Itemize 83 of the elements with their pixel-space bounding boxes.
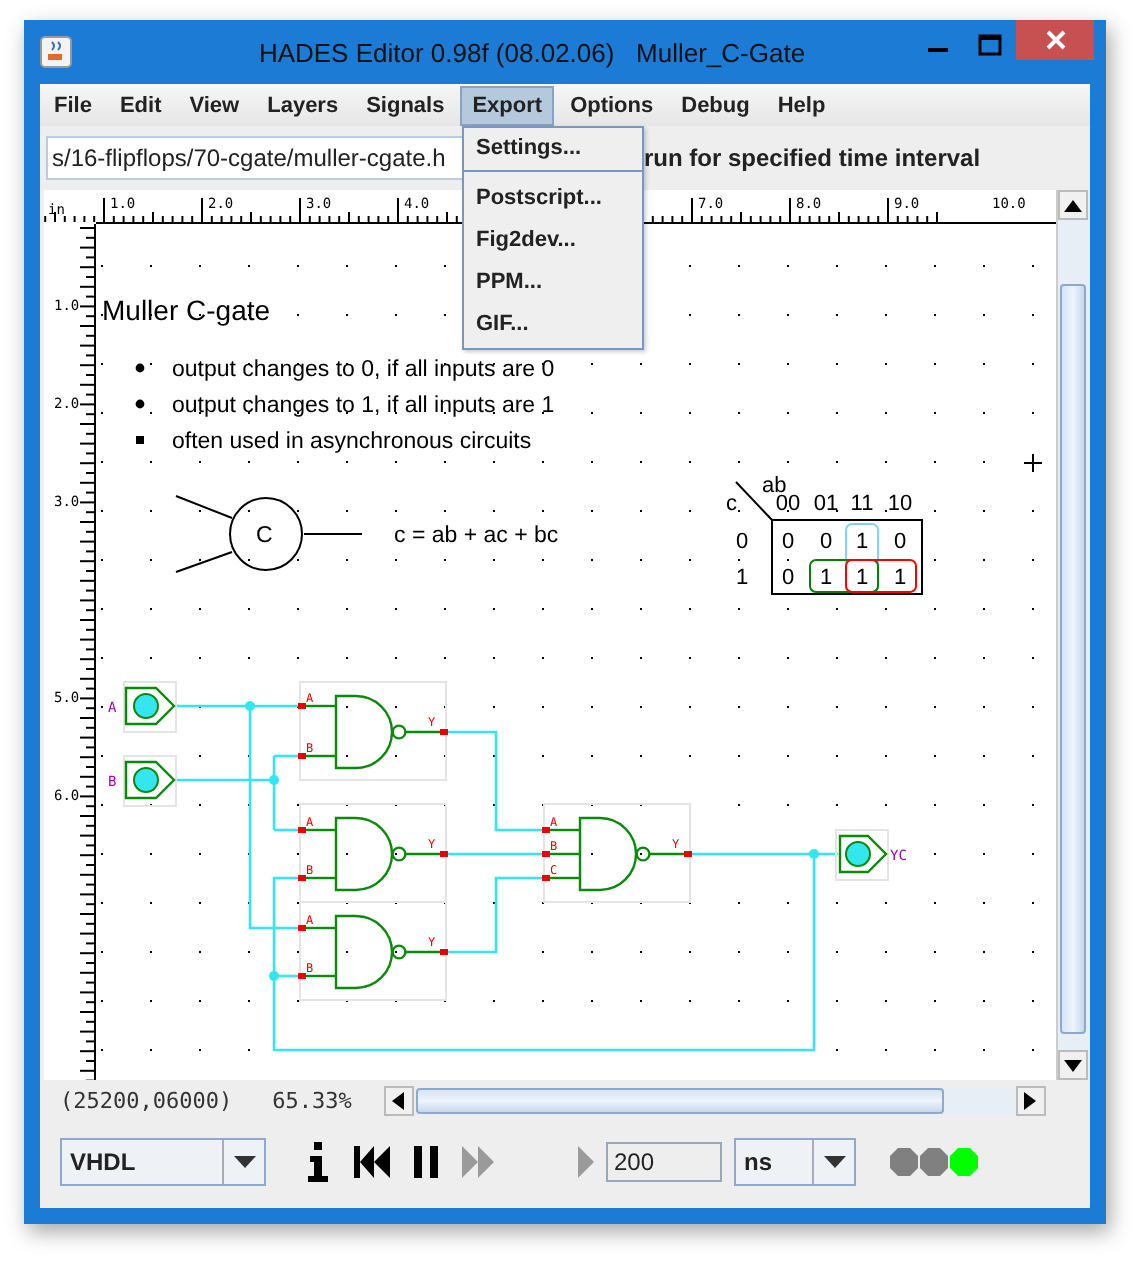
info-icon[interactable]: [306, 1142, 330, 1182]
kmap-cell: 1: [855, 530, 869, 554]
time-unit-dropdown[interactable]: ns: [734, 1138, 856, 1186]
menu-item[interactable]: PPM...: [464, 262, 642, 304]
kmap-cell: 0: [781, 566, 795, 590]
crosshair-icon: [1023, 453, 1043, 473]
pin-marker: [542, 851, 550, 857]
menu-item[interactable]: Export: [460, 85, 555, 125]
close-icon: [1043, 28, 1067, 52]
left-arrow-icon[interactable]: [392, 1091, 405, 1109]
pin-marker: [298, 827, 306, 833]
menu-item[interactable]: Help: [765, 85, 838, 125]
down-arrow-icon[interactable]: [1064, 1059, 1082, 1071]
kmap-column-label: 11: [850, 492, 874, 516]
nand-gate[interactable]: [304, 816, 440, 892]
pin-marker: [684, 851, 692, 857]
right-arrow-icon[interactable]: [1024, 1091, 1037, 1109]
coffee-cup-icon: [40, 36, 72, 68]
kmap-cell: 0: [893, 530, 907, 554]
scroll-thumb[interactable]: [415, 1087, 944, 1113]
output-lamp: [835, 829, 889, 881]
input-pin: [123, 755, 177, 807]
pin-marker: [542, 875, 550, 881]
pause-icon[interactable]: [414, 1146, 438, 1178]
bullet-icon: [136, 436, 144, 444]
bullet-text: often used in asynchronous circuits: [172, 430, 532, 454]
pin-marker: [298, 753, 306, 759]
menu-item[interactable]: Fig2dev...: [464, 220, 642, 262]
bullet-text: output changes to 0, if all inputs are 0: [172, 358, 555, 382]
vertical-scrollbar[interactable]: [1056, 190, 1088, 1080]
menu-item[interactable]: View: [177, 85, 252, 125]
nand-gate[interactable]: [548, 816, 684, 892]
equation: c = ab + ac + bc: [394, 524, 559, 548]
window-title: HADES Editor 0.98f (08.02.06) Muller_C-Gate: [256, 37, 808, 67]
kmap-cell: 1: [893, 566, 907, 590]
zoom-level: 65.33%: [272, 1087, 352, 1113]
nand-gate[interactable]: [304, 694, 440, 770]
bullet-icon: [135, 363, 145, 373]
kmap-header: c: [726, 492, 737, 516]
menu-item[interactable]: Layers: [255, 85, 351, 125]
bullet-text: output changes to 1, if all inputs are 1: [172, 394, 555, 418]
menu-item[interactable]: Postscript...: [464, 178, 642, 220]
kmap-cell: 0: [781, 530, 795, 554]
kmap-cell: 0: [819, 530, 833, 554]
time-input[interactable]: 200: [606, 1142, 722, 1182]
menu-item[interactable]: File: [42, 85, 104, 125]
caret-icon: [233, 1156, 255, 1168]
pin-marker: [542, 827, 550, 833]
menu-item[interactable]: Debug: [669, 85, 762, 125]
pin-marker: [298, 875, 306, 881]
kmap-row-label: 0: [735, 530, 749, 554]
kmap-row-label: 1: [735, 566, 749, 590]
language-dropdown[interactable]: VHDL: [60, 1138, 266, 1186]
horizontal-scrollbar[interactable]: [383, 1085, 1046, 1115]
input-pin: [123, 681, 177, 733]
bullet-icon: [135, 399, 145, 409]
menu-item[interactable]: Edit: [107, 85, 174, 125]
menu-item[interactable]: Signals: [354, 85, 457, 125]
menu-item[interactable]: Options: [558, 85, 666, 125]
symbol-label: C: [256, 524, 273, 548]
kmap-column-label: 00: [775, 492, 801, 516]
pin-marker: [440, 851, 448, 857]
kmap-header: ab: [762, 474, 787, 498]
menu-item[interactable]: Settings...: [464, 128, 642, 172]
close-button[interactable]: [1016, 20, 1094, 60]
kmap-cell: 1: [855, 566, 869, 590]
pin-marker: [298, 925, 306, 931]
pin-marker: [440, 949, 448, 955]
pin-marker: [298, 703, 306, 709]
caret-icon: [823, 1156, 845, 1168]
nand-gate[interactable]: [304, 914, 440, 990]
kmap-column-label: 01: [813, 492, 839, 516]
pin-marker: [298, 973, 306, 979]
hint-text: run for specified time interval: [644, 144, 981, 172]
menu-item[interactable]: GIF...: [464, 304, 642, 346]
kmap-cell: 1: [819, 566, 833, 590]
kmap-column-label: 10: [887, 492, 913, 516]
up-arrow-icon[interactable]: [1064, 199, 1082, 211]
scroll-thumb[interactable]: [1060, 284, 1086, 1034]
diagram-title: Muller C-gate: [102, 294, 271, 326]
rewind-icon[interactable]: [354, 1146, 390, 1178]
cursor-coordinates: (25200,06000): [60, 1087, 233, 1113]
pin-marker: [440, 729, 448, 735]
